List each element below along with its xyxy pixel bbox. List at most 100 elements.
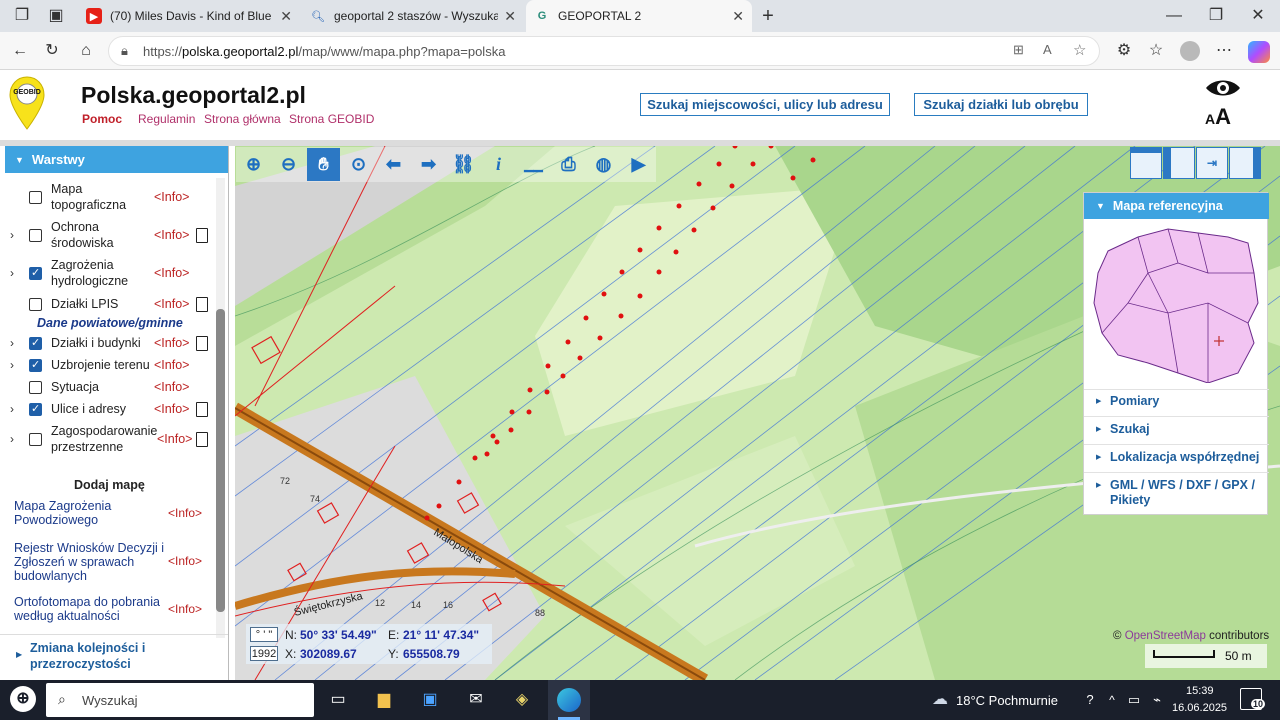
info-link[interactable]: <Info> xyxy=(154,402,189,416)
link-pomoc[interactable]: Pomoc xyxy=(82,112,122,126)
show-hidden-icons[interactable]: ^ xyxy=(1100,688,1124,712)
layers-scrollbar-thumb[interactable] xyxy=(216,309,225,612)
layer-checkbox[interactable] xyxy=(29,432,42,446)
document-icon[interactable] xyxy=(196,296,208,312)
document-icon[interactable] xyxy=(196,431,208,447)
expand-chevron-icon[interactable]: › xyxy=(10,336,14,350)
help-icon[interactable]: ? xyxy=(1078,688,1102,712)
globe-icon[interactable]: ◍ xyxy=(587,148,620,181)
add-map-link[interactable]: Mapa Zagrożenia Powodziowego xyxy=(14,499,144,527)
poland-reference-map[interactable] xyxy=(1088,223,1260,384)
search-item[interactable]: Szukaj xyxy=(1110,422,1150,437)
print-icon[interactable]: ⎙ xyxy=(552,148,585,181)
add-map-link[interactable]: Ortofotomapa do pobrania według aktualno… xyxy=(14,595,166,623)
layer-checkbox[interactable] xyxy=(29,297,42,311)
layout-right-icon[interactable] xyxy=(1229,147,1261,179)
layer-checkbox[interactable] xyxy=(29,266,42,280)
close-window-icon[interactable]: ✕ xyxy=(1246,4,1270,28)
link-regulamin[interactable]: Regulamin xyxy=(138,112,195,126)
layer-checkbox[interactable] xyxy=(29,336,42,350)
layer-checkbox[interactable] xyxy=(29,190,42,204)
task-view-icon[interactable]: ▭ xyxy=(326,688,350,712)
zoom-in-icon[interactable]: ⊕ xyxy=(237,148,270,181)
battery-icon[interactable]: ▭ xyxy=(1122,688,1146,712)
home-icon[interactable]: ⌂ xyxy=(74,39,98,63)
video-camera-icon[interactable]: ▶︎ xyxy=(622,148,655,181)
measurements-item[interactable]: Pomiary xyxy=(1110,394,1159,409)
close-tab-icon[interactable]: ✕ xyxy=(732,8,744,25)
layer-checkbox[interactable] xyxy=(29,402,42,416)
document-icon[interactable] xyxy=(196,227,208,243)
reference-map-header[interactable]: ▼ Mapa referencyjna xyxy=(1084,193,1269,219)
previous-view-icon[interactable]: ⬅︎ xyxy=(377,148,410,181)
font-size-toggle[interactable]: AA xyxy=(1205,104,1231,130)
info-link[interactable]: <Info> xyxy=(154,336,189,350)
link-icon[interactable]: ⛓︎ xyxy=(447,148,480,181)
layer-checkbox[interactable] xyxy=(29,358,42,372)
expand-chevron-icon[interactable]: › xyxy=(10,358,14,372)
layer-order-link[interactable]: Zmiana kolejności i przezroczystości xyxy=(30,640,228,672)
reload-icon[interactable]: ↻ xyxy=(40,39,64,63)
copilot-icon[interactable] xyxy=(1248,41,1270,63)
info-link[interactable]: <Info> xyxy=(168,602,202,616)
new-tab-button[interactable]: + xyxy=(756,4,780,28)
layout-top-icon[interactable] xyxy=(1130,147,1162,179)
search-address-button[interactable]: Szukaj miejscowości, ulicy lub adresu xyxy=(640,93,890,116)
more-menu-icon[interactable]: ⋯ xyxy=(1212,39,1236,63)
tab-actions-icon[interactable]: ▣ xyxy=(44,4,68,28)
extensions-icon[interactable]: ⚙ xyxy=(1112,39,1136,63)
next-view-icon[interactable]: ➡︎ xyxy=(412,148,445,181)
layer-checkbox[interactable] xyxy=(29,228,42,242)
import-export-item[interactable]: GML / WFS / DXF / GPX / Pikiety xyxy=(1110,478,1260,508)
dms-format-button[interactable]: ° ' " xyxy=(250,627,278,642)
close-tab-icon[interactable]: ✕ xyxy=(280,8,292,25)
url-input[interactable]: 🔒︎ https://polska.geoportal2.pl/map/www/… xyxy=(108,36,1100,66)
info-link[interactable]: <Info> xyxy=(154,228,189,242)
measure-icon[interactable]: ▁▁ xyxy=(517,148,550,181)
coordinate-system-button[interactable]: 1992 xyxy=(250,646,278,661)
mail-icon[interactable]: ✉ xyxy=(464,688,488,712)
close-tab-icon[interactable]: ✕ xyxy=(504,8,516,25)
start-icon[interactable]: ⊕ xyxy=(10,686,36,712)
info-link[interactable]: <Info> xyxy=(154,380,189,394)
layout-export-icon[interactable]: ⇥ xyxy=(1196,147,1228,179)
info-link[interactable]: <Info> xyxy=(154,266,189,280)
info-link[interactable]: <Info> xyxy=(154,297,189,311)
add-map-link[interactable]: Rejestr Wniosków Decyzji i Zgłoszeń w sp… xyxy=(14,541,166,583)
app-icon[interactable]: ◈ xyxy=(510,688,534,712)
favorites-icon[interactable]: ☆ xyxy=(1144,39,1168,63)
info-link[interactable]: <Info> xyxy=(168,554,202,568)
edge-taskbar-button[interactable] xyxy=(548,680,590,720)
pan-hand-icon[interactable]: ✋︎ xyxy=(307,148,340,181)
zoom-out-icon[interactable]: ⊖ xyxy=(272,148,305,181)
file-explorer-icon[interactable]: ▆ xyxy=(372,688,396,712)
eye-accessibility-icon[interactable] xyxy=(1204,76,1242,100)
info-link[interactable]: <Info> xyxy=(154,190,189,204)
minimize-icon[interactable]: — xyxy=(1162,4,1186,28)
tab-search[interactable]: 🔍︎ geoportal 2 staszów - Wyszukaj ✕ xyxy=(302,0,524,32)
expand-chevron-icon[interactable]: › xyxy=(10,266,14,280)
osm-link[interactable]: OpenStreetMap xyxy=(1125,630,1206,642)
read-aloud-icon[interactable]: A xyxy=(1043,42,1052,57)
expand-chevron-icon[interactable]: › xyxy=(10,402,14,416)
clock-time[interactable]: 15:39 xyxy=(1186,685,1214,697)
layers-header[interactable]: ▼ Warstwy xyxy=(5,146,228,173)
coordinate-location-item[interactable]: Lokalizacja współrzędnej xyxy=(1110,450,1259,465)
tab-youtube[interactable]: ▶ (70) Miles Davis - Kind of Blue - Fr ✕ xyxy=(78,0,300,32)
restore-icon[interactable]: ❐ xyxy=(1204,4,1228,28)
back-icon[interactable]: ← xyxy=(8,39,32,63)
taskbar-search-input[interactable]: ⌕ Wyszukaj xyxy=(46,683,314,717)
workspaces-icon[interactable]: ❐ xyxy=(10,4,34,28)
zoom-extent-icon[interactable]: ⊙ xyxy=(342,148,375,181)
profile-avatar[interactable] xyxy=(1180,41,1200,61)
info-link[interactable]: <Info> xyxy=(168,506,202,520)
expand-chevron-icon[interactable]: › xyxy=(10,432,14,446)
info-tool-icon[interactable]: i xyxy=(482,148,515,181)
info-link[interactable]: <Info> xyxy=(154,358,189,372)
layer-checkbox[interactable] xyxy=(29,380,42,394)
notification-center-icon[interactable]: 10 xyxy=(1240,688,1266,710)
geobid-logo[interactable]: GEOBID xyxy=(8,75,46,130)
network-icon[interactable]: ⌁ xyxy=(1145,688,1169,712)
document-icon[interactable] xyxy=(196,401,208,417)
expand-arrow-icon[interactable]: ▶ xyxy=(16,650,22,659)
